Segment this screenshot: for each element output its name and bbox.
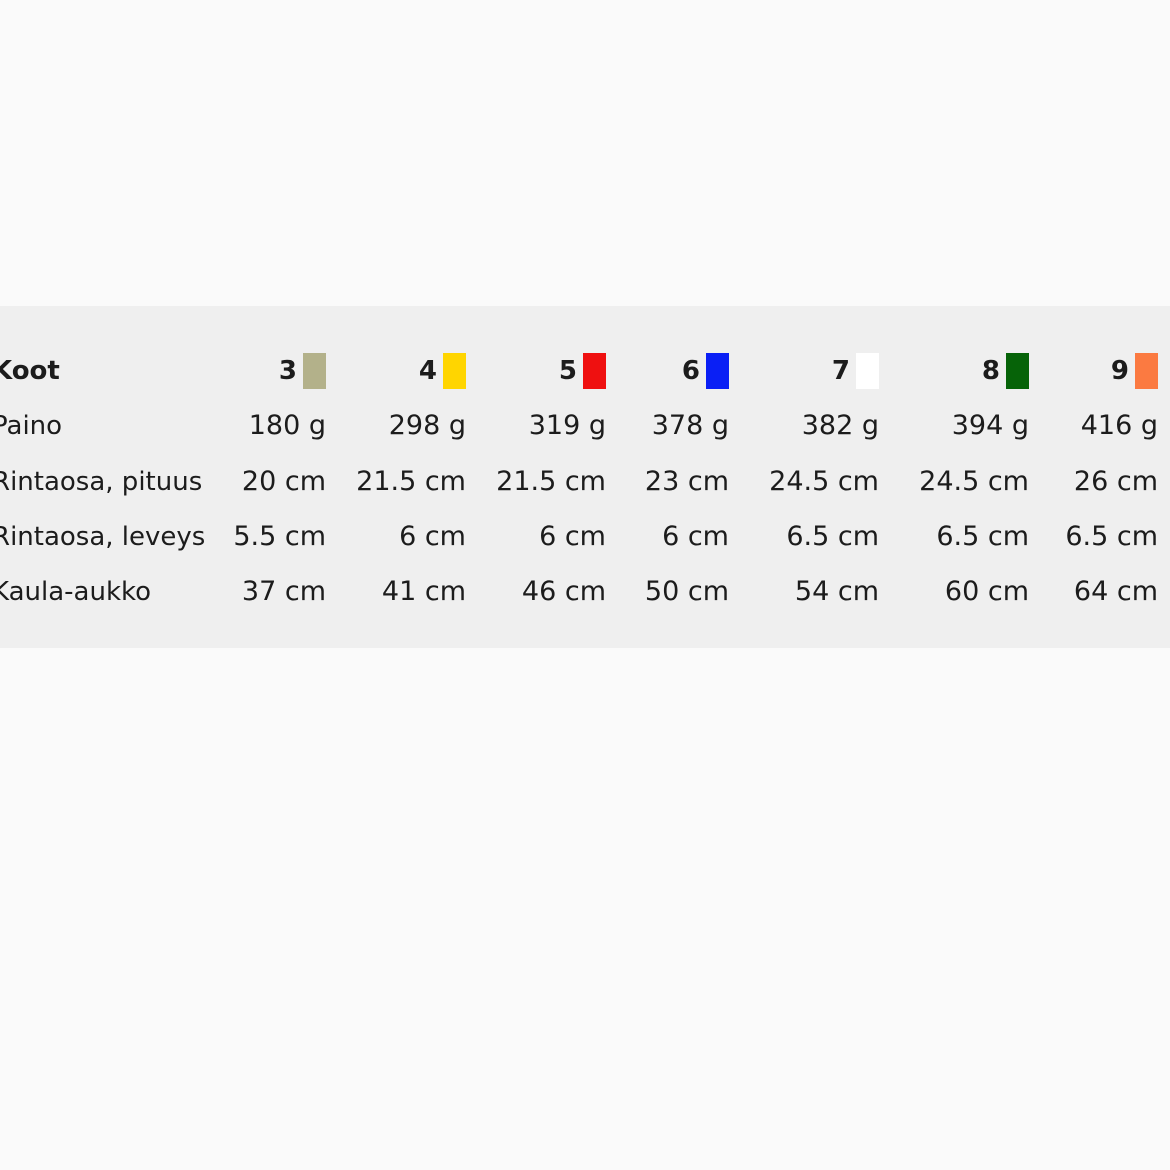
table-cell: 37 cm [241, 576, 326, 607]
table-cell: 6.5 cm [786, 521, 879, 552]
table-cell: 6 cm [399, 521, 466, 552]
row-label: Kaula-aukko [0, 577, 152, 607]
size-label: 9 [1110, 356, 1129, 386]
table-row: Rintaosa, leveys 5.5 cm 6 cm 6 cm 6 cm 6… [0, 509, 1170, 565]
table-cell: 60 cm [944, 576, 1029, 607]
size-3-header: 3 [186, 343, 326, 399]
table-cell: 24.5 cm [919, 466, 1029, 497]
size-8-header: 8 [889, 343, 1029, 399]
size-label: 4 [418, 356, 437, 386]
table-cell: 180 g [248, 410, 326, 441]
size-6-header: 6 [589, 343, 729, 399]
table-cell: 6 cm [662, 521, 729, 552]
table-cell: 64 cm [1073, 576, 1158, 607]
table-cell: 21.5 cm [356, 466, 466, 497]
size-4-header: 4 [326, 343, 466, 399]
color-swatch [706, 353, 729, 389]
table-cell: 21.5 cm [496, 466, 606, 497]
table-cell: 298 g [388, 410, 466, 441]
table-cell: 6 cm [539, 521, 606, 552]
color-swatch [443, 353, 466, 389]
header-row: Koot 3 4 5 6 7 8 9 [0, 343, 1170, 399]
table-row: Kaula-aukko 37 cm 41 cm 46 cm 50 cm 54 c… [0, 564, 1170, 620]
table-cell: 378 g [651, 410, 729, 441]
size-label: 6 [681, 356, 700, 386]
table-cell: 6.5 cm [1065, 521, 1158, 552]
table-cell: 24.5 cm [769, 466, 879, 497]
table-cell: 394 g [951, 410, 1029, 441]
table-row: Rintaosa, pituus 20 cm 21.5 cm 21.5 cm 2… [0, 454, 1170, 510]
table-cell: 23 cm [644, 466, 729, 497]
size-label: 8 [981, 356, 1000, 386]
table-cell: 5.5 cm [233, 521, 326, 552]
size-9-header: 9 [1018, 343, 1158, 399]
table-cell: 319 g [528, 410, 606, 441]
table-cell: 6.5 cm [936, 521, 1029, 552]
size-label: 5 [558, 356, 577, 386]
table-cell: 416 g [1080, 410, 1158, 441]
size-table: Koot 3 4 5 6 7 8 9 Paino [0, 306, 1170, 648]
color-swatch [856, 353, 879, 389]
row-label: Rintaosa, leveys [0, 522, 206, 552]
table-cell: 41 cm [381, 576, 466, 607]
table-cell: 50 cm [644, 576, 729, 607]
size-7-header: 7 [739, 343, 879, 399]
row-label: Paino [0, 411, 63, 441]
table-cell: 382 g [801, 410, 879, 441]
header-label: Koot [0, 356, 60, 386]
size-5-header: 5 [466, 343, 606, 399]
table-cell: 26 cm [1073, 466, 1158, 497]
color-swatch [1135, 353, 1158, 389]
table-cell: 46 cm [521, 576, 606, 607]
table-cell: 54 cm [794, 576, 879, 607]
size-label: 3 [278, 356, 297, 386]
table-row: Paino 180 g 298 g 319 g 378 g 382 g 394 … [0, 398, 1170, 454]
size-label: 7 [831, 356, 850, 386]
table-cell: 20 cm [241, 466, 326, 497]
color-swatch [303, 353, 326, 389]
row-label: Rintaosa, pituus [0, 467, 203, 497]
